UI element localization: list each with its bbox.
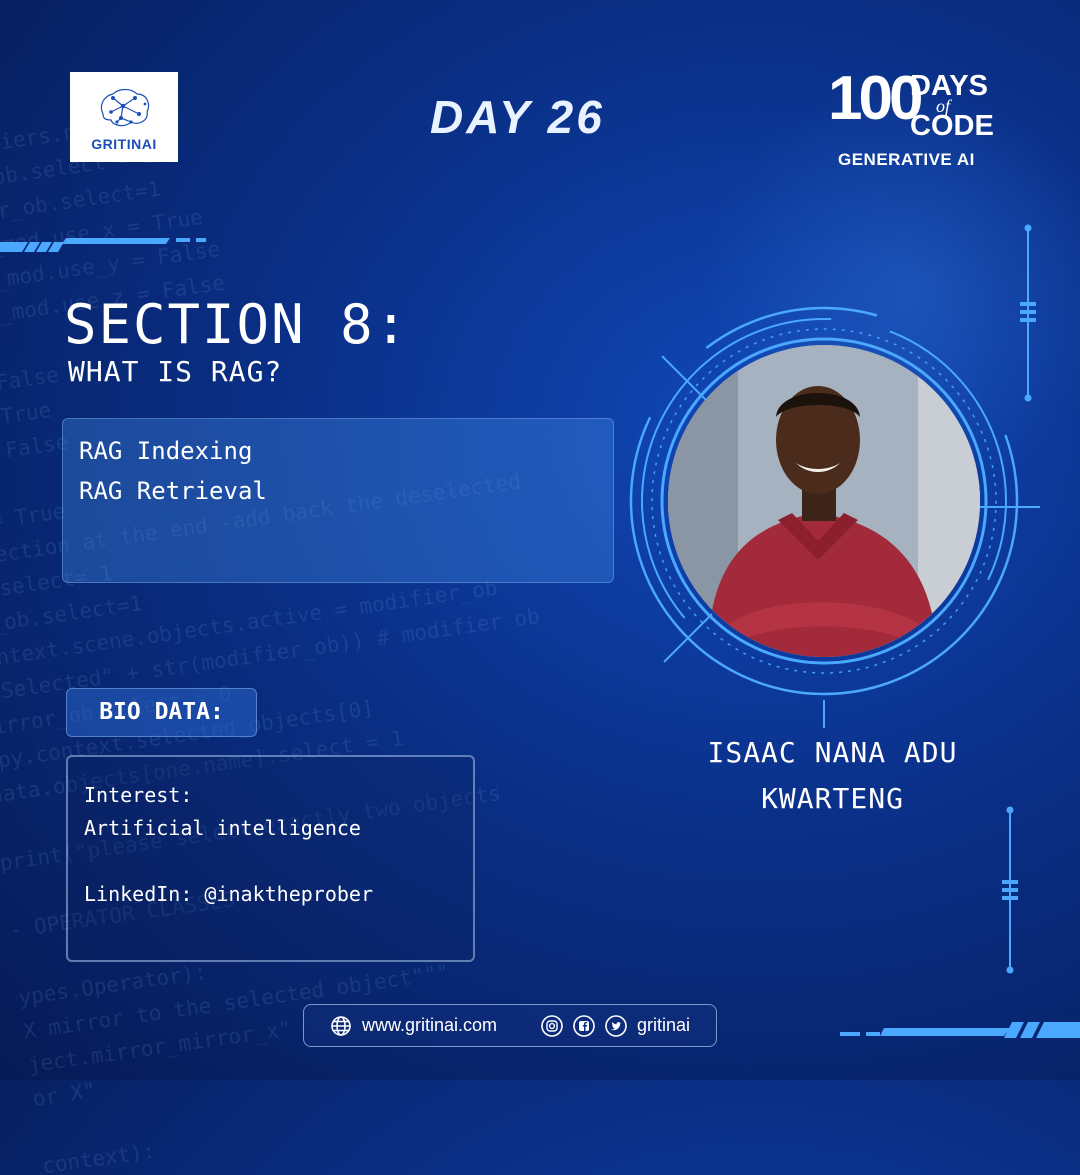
social-handle[interactable]: gritinai	[637, 1015, 690, 1036]
bio-interest-label: Interest:	[84, 783, 193, 807]
person-portrait	[668, 345, 980, 657]
day-title: DAY 26	[430, 91, 605, 143]
website-link[interactable]: www.gritinai.com	[362, 1015, 497, 1036]
bio-linkedin: LinkedIn: @inaktheprober	[84, 882, 373, 906]
bio-interest-value: Artificial intelligence	[84, 816, 361, 840]
badge-code: CODE	[910, 110, 994, 142]
topic-item: RAG Indexing	[79, 437, 253, 465]
bio-data-label: BIO DATA:	[66, 688, 257, 737]
section-title: SECTION 8:	[64, 293, 410, 356]
decorative-stripes-left	[0, 238, 206, 252]
globe-icon	[330, 1015, 352, 1037]
side-bracket-top	[1020, 224, 1036, 402]
gritinai-logo: GRITINAI	[70, 72, 178, 162]
brain-network-icon	[100, 88, 150, 127]
profile-photo	[668, 345, 980, 657]
bio-spacer	[84, 845, 457, 878]
logo-text: GRITINAI	[91, 136, 157, 152]
decorative-stripes-right	[840, 1022, 1080, 1038]
facebook-icon[interactable]	[573, 1014, 595, 1037]
badge-subtitle: GENERATIVE AI	[838, 150, 975, 169]
person-name-line2: KWARTENG	[761, 782, 904, 815]
person-name: ISAAC NANA ADU KWARTENG	[680, 730, 985, 822]
person-name-line1: ISAAC NANA ADU	[707, 736, 958, 769]
footer-bar: www.gritinai.com gritinai	[303, 1004, 717, 1047]
twitter-icon[interactable]	[605, 1014, 627, 1037]
100-days-of-code-badge: 100 DAYS of CODE GENERATIVE AI	[828, 68, 1018, 178]
topics-panel: RAG Indexing RAG Retrieval	[62, 418, 614, 583]
instagram-icon[interactable]	[541, 1014, 563, 1037]
bio-data-box: Interest: Artificial intelligence Linked…	[66, 755, 475, 962]
section-subtitle: WHAT IS RAG?	[68, 355, 283, 388]
side-bracket-bottom	[1002, 806, 1018, 974]
badge-number: 100	[828, 64, 923, 133]
topic-item: RAG Retrieval	[79, 477, 267, 505]
